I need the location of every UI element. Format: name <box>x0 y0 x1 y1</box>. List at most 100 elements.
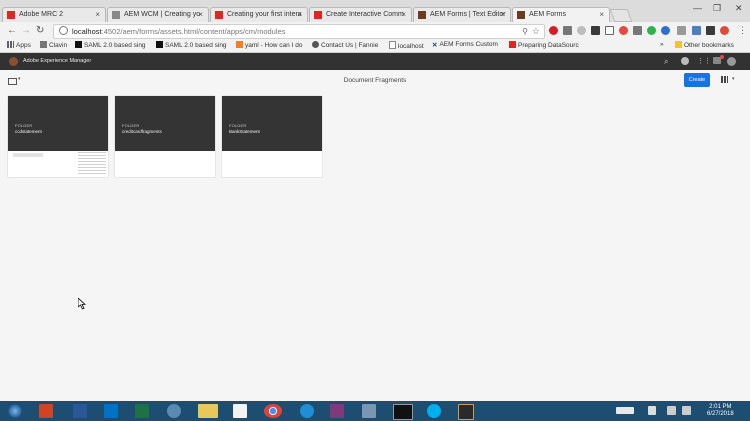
folder-icon <box>40 41 47 48</box>
zoom-icon[interactable]: ⚲ <box>522 25 528 38</box>
extension-icon[interactable] <box>633 26 642 35</box>
tab-adobe-mrc[interactable]: Adobe MRC 2 × <box>2 7 106 22</box>
close-icon[interactable]: × <box>599 10 604 19</box>
folder-card-bankstatement[interactable]: FOLDER BankStatement <box>222 96 322 177</box>
tab-aem-forms[interactable]: AEM Forms × <box>512 7 610 23</box>
url-host: localhost <box>72 27 102 36</box>
close-icon[interactable]: × <box>297 10 302 19</box>
bookmark-yaml[interactable]: yaml - How can I do <box>236 41 302 49</box>
view-switcher-icon[interactable] <box>721 76 728 83</box>
chevron-down-icon[interactable]: ▾ <box>732 76 735 82</box>
adobe-icon <box>314 11 322 19</box>
grammarly-icon[interactable] <box>647 26 656 35</box>
powerpoint-icon[interactable] <box>39 404 53 418</box>
tab-label: AEM Forms <box>529 11 566 18</box>
info-icon[interactable] <box>59 26 68 35</box>
file-explorer-icon[interactable] <box>198 404 218 418</box>
bookmark-saml-1[interactable]: SAML 2.0 based sing <box>75 41 146 49</box>
bookmark-clavin[interactable]: Clavin <box>40 41 67 49</box>
tab-label: AEM WCM | Creating yo <box>124 11 201 18</box>
extension-icon[interactable] <box>720 26 729 35</box>
bookmark-label: Apps <box>16 42 31 49</box>
tab-label: Creating your first intera <box>227 11 302 18</box>
extension-icon[interactable] <box>677 26 686 35</box>
new-tab-button[interactable] <box>609 9 633 22</box>
onenote-icon[interactable] <box>330 404 344 418</box>
window-close-icon[interactable]: ✕ <box>735 3 743 14</box>
tab-label: AEM Forms | Text Editor <box>430 11 506 18</box>
folder-icon <box>675 41 682 48</box>
chrome-icon[interactable] <box>264 404 282 418</box>
folder-type-label: FOLDER <box>15 123 33 128</box>
extension-icon[interactable] <box>577 26 586 35</box>
other-bookmarks[interactable]: Other bookmarks <box>675 41 734 49</box>
opera-extension-icon[interactable] <box>549 26 558 35</box>
close-icon[interactable]: × <box>95 10 100 19</box>
help-icon[interactable] <box>681 57 689 65</box>
taskbar-app-icon[interactable] <box>167 404 181 418</box>
aem-logo-icon[interactable] <box>9 57 18 66</box>
bookmark-contact-us[interactable]: Contact Us | Fannie <box>312 41 378 49</box>
command-prompt-icon[interactable] <box>393 404 413 420</box>
skype-icon[interactable] <box>427 404 441 418</box>
globe-icon <box>312 41 319 48</box>
apps-grid-icon <box>7 41 14 48</box>
bookmark-aem-forms-custom[interactable]: ✕ AEM Forms Custom <box>432 41 498 49</box>
app-title: Adobe Experience Manager <box>23 58 92 64</box>
user-avatar-icon[interactable] <box>727 57 736 66</box>
bookmark-star-icon[interactable]: ☆ <box>532 25 540 38</box>
word-icon[interactable] <box>73 404 87 418</box>
extension-icon[interactable] <box>605 26 614 35</box>
bookmark-saml-2[interactable]: SAML 2.0 based sing <box>156 41 227 49</box>
bookmark-preparing-datasource[interactable]: Preparing DataSourc <box>509 41 579 49</box>
back-arrow-icon[interactable]: ← <box>7 25 17 36</box>
apps-grid-icon[interactable]: ⋮⋮ <box>697 57 711 66</box>
aem-icon <box>418 11 426 19</box>
internet-explorer-icon[interactable] <box>300 404 314 418</box>
tab-aem-text-editor[interactable]: AEM Forms | Text Editor × <box>413 7 511 22</box>
bookmark-localhost[interactable]: localhost <box>389 41 424 50</box>
start-button-icon[interactable] <box>8 404 22 418</box>
folder-card-creditcardfragments[interactable]: FOLDER creditcardfragments <box>115 96 215 177</box>
adobe-icon <box>215 11 223 19</box>
extension-icon[interactable] <box>591 26 600 35</box>
tab-aem-wcm[interactable]: AEM WCM | Creating yo × <box>107 7 209 22</box>
bookmark-label: Preparing DataSourc <box>518 42 579 49</box>
extension-icon[interactable] <box>706 26 715 35</box>
taskbar-app-icon[interactable] <box>458 404 474 420</box>
forward-arrow-icon[interactable]: → <box>21 25 31 36</box>
bookmark-apps[interactable]: Apps <box>7 41 31 49</box>
battery-icon[interactable] <box>616 407 634 414</box>
taskbar-clock[interactable]: 2:01 PM 6/27/2018 <box>707 404 734 418</box>
extension-icon[interactable] <box>563 26 572 35</box>
close-icon[interactable]: × <box>198 10 203 19</box>
close-icon[interactable]: × <box>500 10 505 19</box>
extension-icon[interactable] <box>692 26 701 35</box>
aem-icon <box>517 11 525 19</box>
tab-create-interactive[interactable]: Create Interactive Comm × <box>309 7 412 22</box>
outlook-icon[interactable] <box>104 404 118 418</box>
folder-card-ccdstatement[interactable]: FOLDER ccdstatement <box>8 96 108 177</box>
browser-tab-strip: Adobe MRC 2 × AEM WCM | Creating yo × Cr… <box>0 0 750 23</box>
apps-grid-icon[interactable] <box>233 404 247 418</box>
extension-icon[interactable] <box>619 26 628 35</box>
excel-icon[interactable] <box>135 404 149 418</box>
tray-icon[interactable] <box>648 406 656 415</box>
notifications-icon[interactable] <box>713 55 724 64</box>
extension-icon[interactable] <box>661 26 670 35</box>
tab-creating-first[interactable]: Creating your first intera × <box>210 7 308 22</box>
url-input[interactable]: localhost:4502/aem/forms/assets.html/con… <box>53 24 545 39</box>
x-icon: ✕ <box>432 42 438 49</box>
page-icon <box>389 41 396 49</box>
volume-icon[interactable] <box>682 406 691 415</box>
minimize-icon[interactable]: — <box>693 3 702 13</box>
reload-icon[interactable]: ↻ <box>36 25 44 36</box>
maximize-icon[interactable]: ❐ <box>713 3 721 14</box>
bookmark-overflow-icon[interactable]: » <box>660 41 664 48</box>
network-icon[interactable] <box>667 406 676 415</box>
chrome-menu-icon[interactable]: ⋮ <box>738 25 747 36</box>
close-icon[interactable]: × <box>401 10 406 19</box>
taskbar-app-icon[interactable] <box>362 404 376 418</box>
create-button[interactable]: Create <box>684 73 710 87</box>
search-icon[interactable]: ⌕ <box>664 57 673 66</box>
